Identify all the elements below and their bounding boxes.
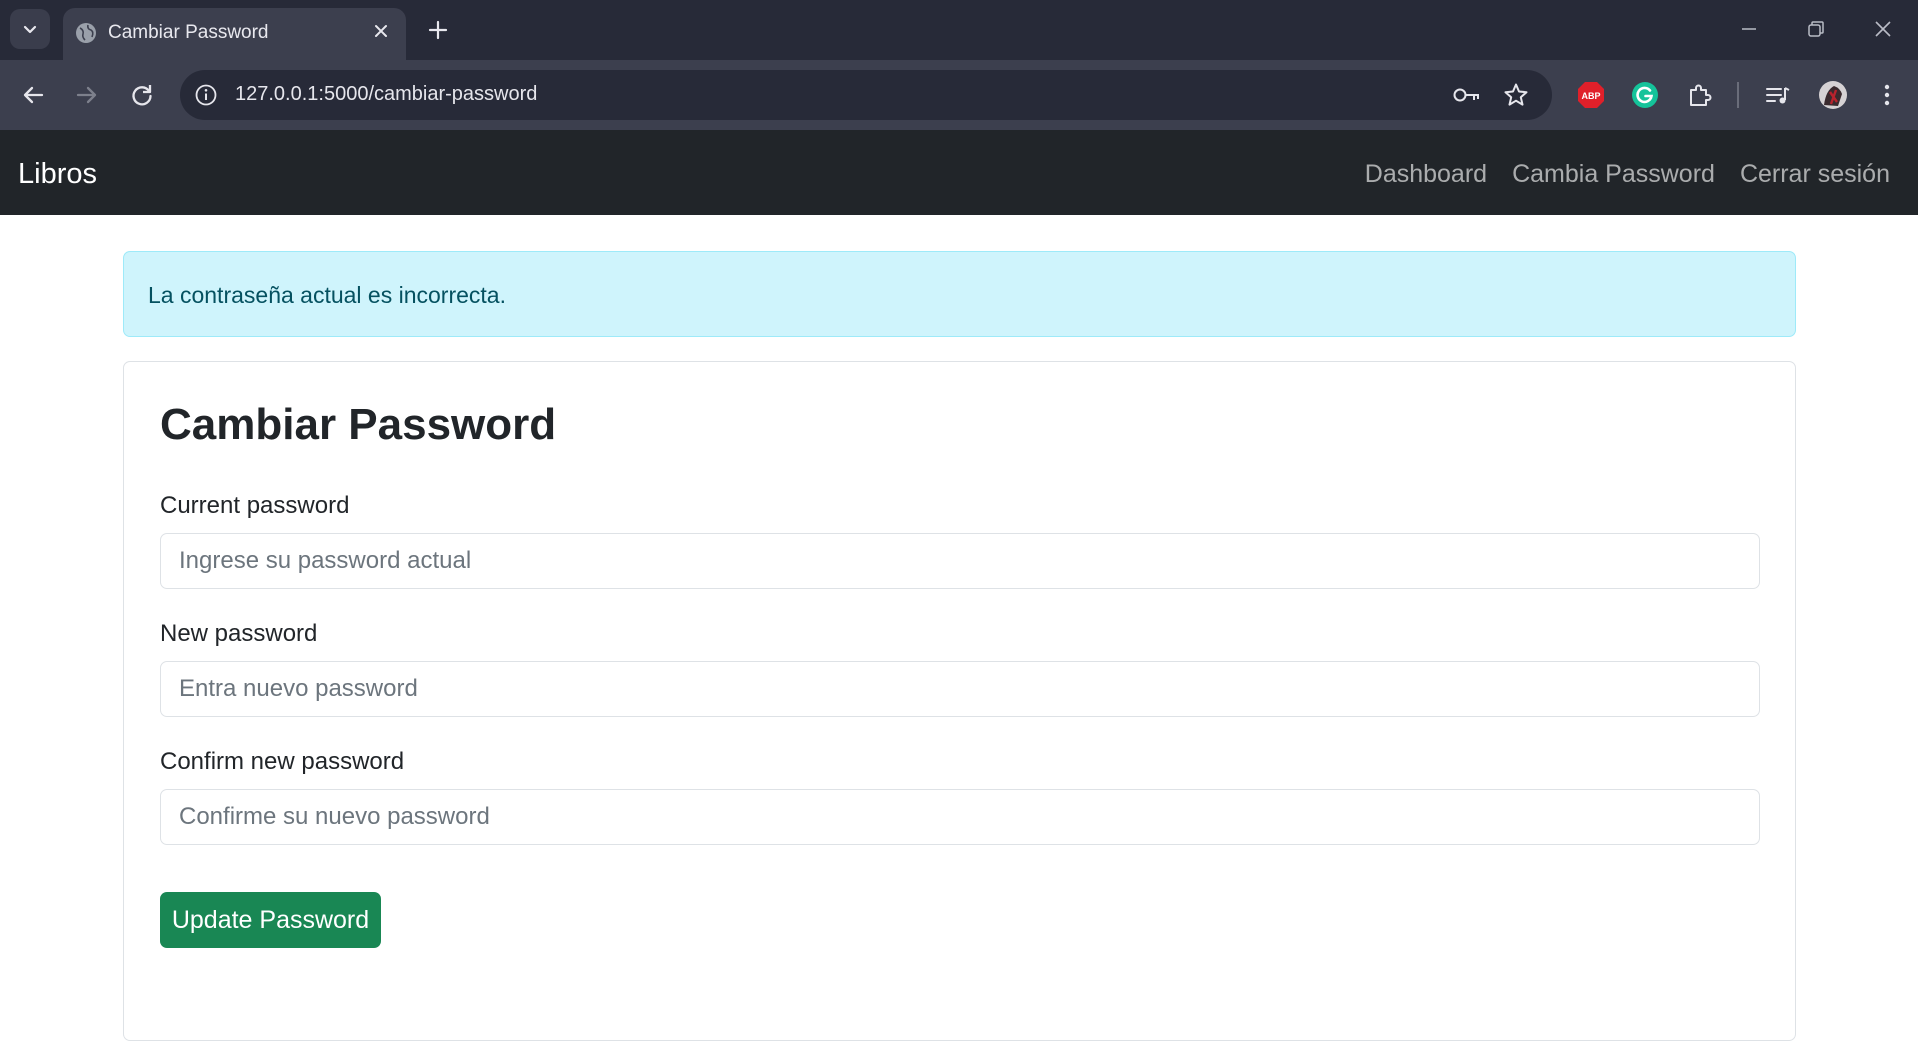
forward-arrow-icon[interactable] bbox=[73, 81, 101, 109]
chevron-down-icon bbox=[23, 25, 37, 34]
new-tab-plus-icon[interactable] bbox=[425, 17, 451, 43]
current-password-input[interactable] bbox=[160, 533, 1760, 589]
toolbar-divider bbox=[1737, 82, 1739, 108]
update-password-button[interactable]: Update Password bbox=[160, 892, 381, 948]
nav-link-cambia-password[interactable]: Cambia Password bbox=[1512, 160, 1715, 189]
confirm-password-label: Confirm new password bbox=[160, 748, 405, 775]
grammarly-icon[interactable] bbox=[1630, 80, 1660, 110]
abp-label: ABP bbox=[1581, 91, 1600, 101]
browser-tabstrip: Cambiar Password bbox=[0, 0, 1918, 60]
browser-tab[interactable]: Cambiar Password bbox=[63, 8, 406, 60]
confirm-password-input[interactable] bbox=[160, 789, 1760, 845]
globe-icon bbox=[76, 23, 96, 43]
back-arrow-icon[interactable] bbox=[19, 81, 47, 109]
url-text: 127.0.0.1:5000/cambiar-password bbox=[235, 83, 538, 105]
nav-link-dashboard[interactable]: Dashboard bbox=[1365, 160, 1487, 189]
bookmark-star-icon[interactable] bbox=[1502, 81, 1530, 109]
abp-icon[interactable]: ABP bbox=[1576, 80, 1606, 110]
error-alert: La contraseña actual es incorrecta. bbox=[123, 251, 1796, 337]
window-close-icon[interactable] bbox=[1872, 18, 1894, 40]
media-control-icon[interactable] bbox=[1763, 80, 1793, 110]
browser-toolbar: 127.0.0.1:5000/cambiar-password ABP bbox=[0, 60, 1918, 130]
minimize-icon[interactable] bbox=[1738, 18, 1760, 40]
profile-avatar[interactable] bbox=[1818, 80, 1848, 110]
tab-search-button[interactable] bbox=[10, 9, 50, 49]
new-password-input[interactable] bbox=[160, 661, 1760, 717]
nav-link-cerrar-sesion[interactable]: Cerrar sesión bbox=[1740, 160, 1890, 189]
address-bar[interactable]: 127.0.0.1:5000/cambiar-password bbox=[180, 70, 1552, 120]
change-password-card: Cambiar Password Current password New pa… bbox=[123, 361, 1796, 1041]
password-key-icon[interactable] bbox=[1452, 82, 1482, 108]
tab-title: Cambiar Password bbox=[108, 22, 269, 43]
alert-message: La contraseña actual es incorrecta. bbox=[148, 282, 506, 308]
browser-menu-icon[interactable] bbox=[1872, 80, 1902, 110]
reload-icon[interactable] bbox=[128, 81, 156, 109]
page-title: Cambiar Password bbox=[160, 400, 557, 449]
navbar-brand[interactable]: Libros bbox=[18, 158, 97, 191]
site-navbar: Libros Dashboard Cambia Password Cerrar … bbox=[0, 130, 1918, 215]
current-password-label: Current password bbox=[160, 492, 350, 519]
site-info-icon[interactable] bbox=[193, 82, 219, 108]
restore-icon[interactable] bbox=[1805, 18, 1827, 40]
new-password-label: New password bbox=[160, 620, 318, 647]
extensions-puzzle-icon[interactable] bbox=[1685, 80, 1715, 110]
navbar-links: Dashboard Cambia Password Cerrar sesión bbox=[1365, 160, 1890, 189]
close-icon[interactable] bbox=[370, 20, 392, 42]
